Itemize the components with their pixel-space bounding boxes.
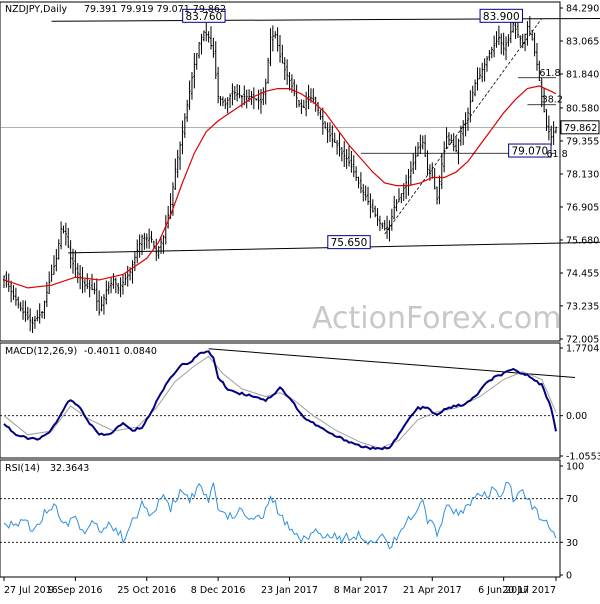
rsi-panel-title: RSI(14) (5, 463, 40, 474)
chart-svg: ActionForex.com 83.760 83.90075.65079.070… (0, 1, 600, 596)
xtick-label-4: 23 Jan 2017 (261, 585, 318, 596)
xtick-label-8: 20 Jul 2017 (502, 585, 556, 596)
xtick-label-3: 8 Dec 2016 (191, 585, 246, 596)
price-panel-title: NZDJPY,Daily (5, 4, 67, 15)
price-ytick-label-2: 81.840 (566, 70, 599, 81)
macd-ytick-label-0: 1.7704 (566, 344, 599, 355)
macd-ytick-label-1: 0.00 (566, 411, 587, 422)
rsi-values-readout: 32.3643 (50, 463, 89, 474)
xtick-label-6: 21 Apr 2017 (403, 585, 462, 596)
rsi-panel-frame (0, 459, 561, 578)
fib-label-61-8-lower: 61.8 (546, 149, 567, 160)
macd-signal-line (3, 355, 557, 449)
price-panel: 83.760 83.90075.65079.07061.838.261.8 (0, 8, 600, 333)
annotation-high-83900: 83.900 (483, 11, 520, 23)
macd-values-readout: -0.4011 0.0840 (84, 346, 157, 357)
fib-label-38-2: 38.2 (542, 95, 563, 106)
price-ytick-label-4: 79.355 (566, 136, 599, 147)
annotation-low-79070: 79.070 (511, 146, 548, 158)
moving-average-line (3, 85, 557, 289)
xtick-label-2: 25 Oct 2016 (117, 585, 176, 596)
price-ohlc-readout: 79.391 79.919 79.071 79.862 (84, 4, 226, 15)
macd-panel-title: MACD(12,26,9) (5, 346, 77, 357)
fib-label-61-8-upper: 61.8 (539, 68, 560, 79)
annotation-low-75650: 75.650 (331, 237, 368, 249)
xtick-label-1: 9 Sep 2016 (48, 585, 102, 596)
axes: 84.290 83.065 81.840 80.580 79.355 78.130 76.9… (3, 4, 600, 596)
rsi-panel (0, 481, 560, 550)
price-ytick-label-8: 74.455 (566, 268, 599, 279)
watermark: ActionForex.com (312, 301, 561, 336)
price-ytick-label-1: 83.065 (566, 37, 599, 48)
price-ytick-label-0: 84.290 (566, 4, 599, 15)
price-ytick-label-6: 76.905 (566, 202, 599, 213)
rsi-ytick-label-0: 100 (566, 462, 584, 473)
rsi-ytick-label-3: 0 (566, 571, 572, 582)
last-price-label: 79.862 (564, 123, 597, 134)
price-ytick-label-7: 75.680 (566, 235, 599, 246)
xtick-label-5: 8 Mar 2017 (334, 585, 388, 596)
price-ytick-label-3: 80.580 (566, 103, 599, 114)
rsi-ytick-label-1: 70 (566, 494, 578, 505)
price-ytick-label-9: 73.235 (566, 301, 599, 312)
macd-panel (0, 348, 576, 451)
price-ytick-label-5: 78.130 (566, 169, 599, 180)
macd-panel-frame (0, 342, 561, 459)
chart-stage: ActionForex.com 83.760 83.900 75.650 79.070… (0, 0, 600, 600)
rsi-line (3, 481, 557, 550)
rsi-ytick-label-2: 30 (566, 538, 578, 549)
